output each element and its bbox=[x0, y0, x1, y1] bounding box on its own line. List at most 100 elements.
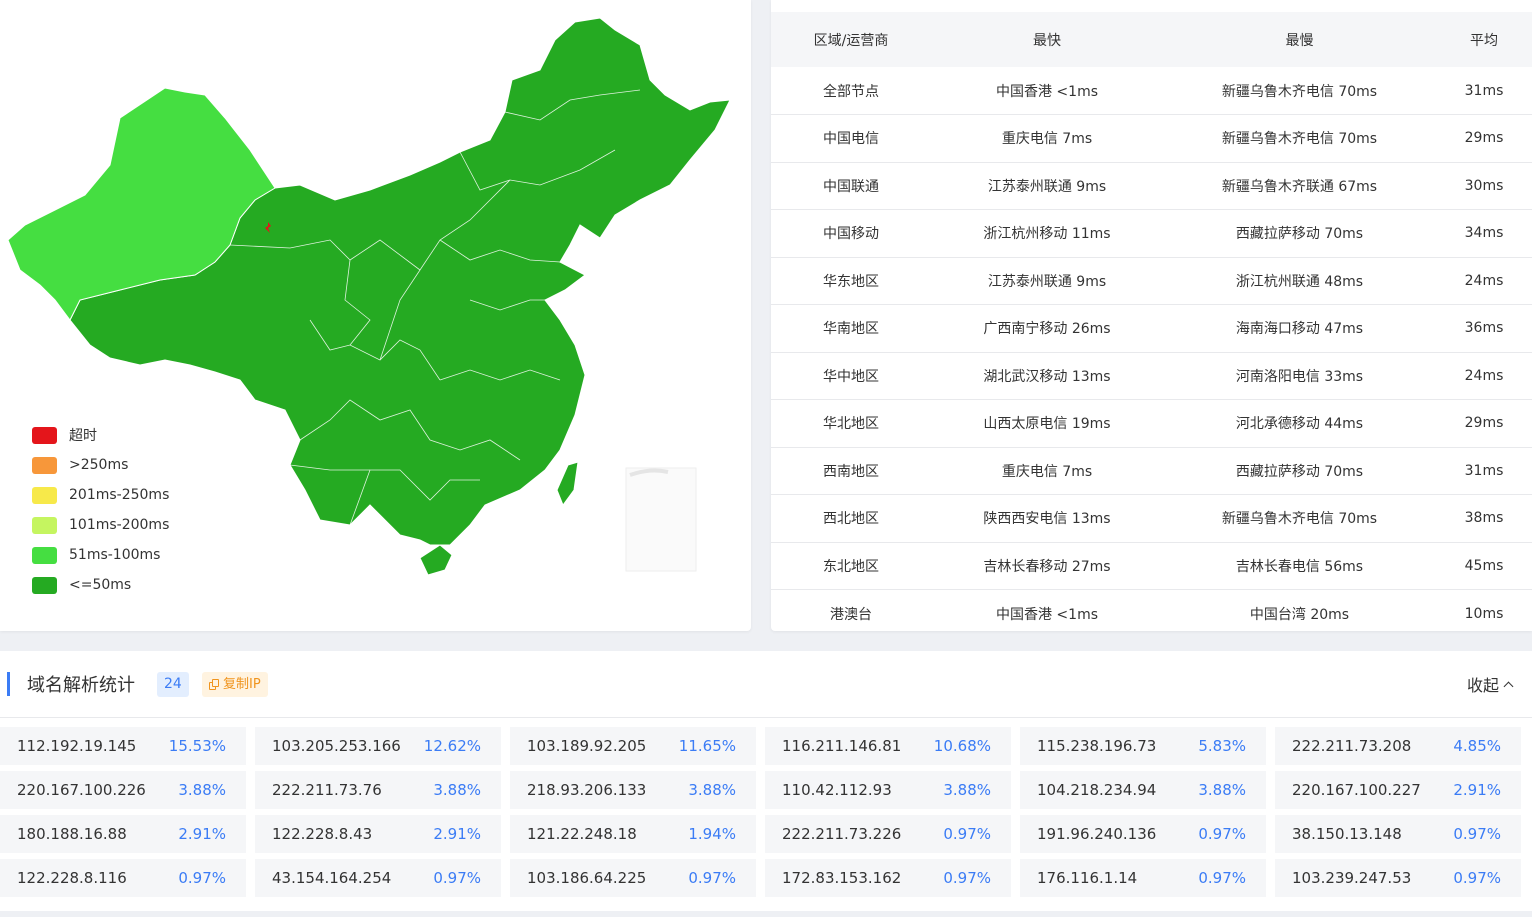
ip-item[interactable]: 115.238.196.73 5.83% bbox=[1020, 727, 1266, 765]
ip-item[interactable]: 43.154.164.254 0.97% bbox=[255, 859, 501, 897]
cell-region: 华中地区 bbox=[823, 368, 879, 385]
table-header-row: 区域/运营商 最快 最慢 平均 bbox=[771, 0, 1532, 67]
collapse-button[interactable]: 收起 bbox=[1467, 672, 1514, 696]
ip-item[interactable]: 222.211.73.226 0.97% bbox=[765, 815, 1011, 853]
table-row: 华中地区 湖北武汉移动 13ms 河南洛阳电信 33ms 24ms bbox=[771, 352, 1532, 400]
map-region-hainan[interactable] bbox=[419, 544, 453, 576]
cell-fastest: 中国香港 <1ms bbox=[995, 83, 1099, 100]
cell-average: 10ms bbox=[1464, 605, 1504, 622]
cell-region: 华北地区 bbox=[823, 416, 879, 433]
ip-item[interactable]: 103.205.253.166 12.62% bbox=[255, 727, 501, 765]
ip-address: 116.211.146.81 bbox=[782, 737, 902, 755]
legend-label: 超时 bbox=[69, 428, 97, 444]
cell-region: 西北地区 bbox=[823, 511, 879, 528]
ip-address: 218.93.206.133 bbox=[527, 781, 647, 799]
ip-item[interactable]: 220.167.100.227 2.91% bbox=[1275, 771, 1521, 809]
ip-item[interactable]: 191.96.240.136 0.97% bbox=[1020, 815, 1266, 853]
legend-label: 101ms-200ms bbox=[69, 517, 170, 533]
legend-label: 51ms-100ms bbox=[69, 547, 161, 563]
cell-slowest: 河南洛阳电信 33ms bbox=[1235, 368, 1364, 385]
ip-item[interactable]: 121.22.248.18 1.94% bbox=[510, 815, 756, 853]
ip-item[interactable]: 116.211.146.81 10.68% bbox=[765, 727, 1011, 765]
ip-share-percent: 3.88% bbox=[943, 781, 991, 799]
ip-item[interactable]: 220.167.100.226 3.88% bbox=[0, 771, 246, 809]
legend-item-201-250ms[interactable]: 201ms-250ms bbox=[32, 480, 169, 510]
ip-item[interactable]: 176.116.1.14 0.97% bbox=[1020, 859, 1266, 897]
legend-swatch bbox=[32, 456, 57, 474]
cell-slowest: 河北承德移动 44ms bbox=[1235, 416, 1364, 433]
column-header-slowest: 最慢 bbox=[1163, 0, 1436, 67]
cell-fastest: 中国香港 <1ms bbox=[995, 606, 1099, 623]
legend-item-over-250ms[interactable]: >250ms bbox=[32, 450, 169, 480]
cell-fastest: 吉林长春移动 27ms bbox=[983, 558, 1111, 575]
legend-item-le-50ms[interactable]: <=50ms bbox=[32, 570, 169, 600]
legend-item-timeout[interactable]: 超时 bbox=[32, 420, 169, 450]
table-row: 华南地区 广西南宁移动 26ms 海南海口移动 47ms 36ms bbox=[771, 305, 1532, 352]
table-row: 华东地区 江苏泰州联通 9ms 浙江杭州联通 48ms 24ms bbox=[771, 257, 1532, 305]
ip-item[interactable]: 218.93.206.133 3.88% bbox=[510, 771, 756, 809]
ip-share-percent: 3.88% bbox=[433, 781, 481, 799]
ip-address: 222.211.73.226 bbox=[782, 825, 902, 843]
table-row: 华北地区 山西太原电信 19ms 河北承德移动 44ms 29ms bbox=[771, 400, 1532, 447]
ip-share-percent: 3.88% bbox=[688, 781, 736, 799]
cell-average: 31ms bbox=[1464, 462, 1504, 479]
ip-address: 122.228.8.116 bbox=[17, 869, 127, 887]
ip-item[interactable]: 103.239.247.53 0.97% bbox=[1275, 859, 1521, 897]
legend-swatch bbox=[32, 516, 57, 534]
ip-share-percent: 0.97% bbox=[178, 869, 226, 887]
ip-share-percent: 0.97% bbox=[1453, 825, 1501, 843]
legend-item-51-100ms[interactable]: 51ms-100ms bbox=[32, 540, 169, 570]
ip-share-percent: 0.97% bbox=[1198, 869, 1246, 887]
map-region-taiwan[interactable] bbox=[556, 461, 579, 507]
ip-item[interactable]: 180.188.16.88 2.91% bbox=[0, 815, 246, 853]
cell-fastest: 湖北武汉移动 13ms bbox=[983, 368, 1111, 385]
legend-swatch bbox=[32, 576, 57, 594]
cell-region: 中国移动 bbox=[823, 226, 879, 243]
ip-item[interactable]: 122.228.8.116 0.97% bbox=[0, 859, 246, 897]
cell-average: 29ms bbox=[1464, 415, 1504, 432]
ip-item[interactable]: 122.228.8.43 2.91% bbox=[255, 815, 501, 853]
ip-item[interactable]: 222.211.73.76 3.88% bbox=[255, 771, 501, 809]
ip-address: 220.167.100.226 bbox=[17, 781, 146, 799]
legend-item-101-200ms[interactable]: 101ms-200ms bbox=[32, 510, 169, 540]
ip-item[interactable]: 110.42.112.93 3.88% bbox=[765, 771, 1011, 809]
ip-item[interactable]: 104.218.234.94 3.88% bbox=[1020, 771, 1266, 809]
ip-address: 121.22.248.18 bbox=[527, 825, 637, 843]
ip-item[interactable]: 112.192.19.145 15.53% bbox=[0, 727, 246, 765]
ip-item[interactable]: 38.150.13.148 0.97% bbox=[1275, 815, 1521, 853]
ip-address: 115.238.196.73 bbox=[1037, 737, 1157, 755]
ip-share-percent: 0.97% bbox=[943, 869, 991, 887]
ip-address: 220.167.100.227 bbox=[1292, 781, 1421, 799]
chevron-up-icon bbox=[1503, 681, 1514, 691]
cell-region: 东北地区 bbox=[823, 558, 879, 575]
ip-address: 176.116.1.14 bbox=[1037, 869, 1138, 887]
ip-item[interactable]: 172.83.153.162 0.97% bbox=[765, 859, 1011, 897]
ip-share-percent: 2.91% bbox=[1453, 781, 1501, 799]
ip-item[interactable]: 222.211.73.208 4.85% bbox=[1275, 727, 1521, 765]
cell-fastest: 重庆电信 7ms bbox=[1001, 463, 1093, 480]
legend-swatch bbox=[32, 546, 57, 564]
table-row: 中国移动 浙江杭州移动 11ms 西藏拉萨移动 70ms 34ms bbox=[771, 210, 1532, 257]
ip-share-percent: 12.62% bbox=[423, 737, 481, 755]
ip-share-percent: 15.53% bbox=[168, 737, 226, 755]
ip-item[interactable]: 103.189.92.205 11.65% bbox=[510, 727, 756, 765]
cell-fastest: 江苏泰州联通 9ms bbox=[987, 178, 1107, 195]
cell-average: 36ms bbox=[1464, 320, 1504, 337]
table-row: 全部节点 中国香港 <1ms 新疆乌鲁木齐电信 70ms 31ms bbox=[771, 67, 1532, 115]
cell-region: 西南地区 bbox=[823, 463, 879, 480]
ip-item[interactable]: 103.186.64.225 0.97% bbox=[510, 859, 756, 897]
ip-address: 103.205.253.166 bbox=[272, 737, 401, 755]
cell-average: 24ms bbox=[1464, 272, 1504, 289]
ip-address: 38.150.13.148 bbox=[1292, 825, 1402, 843]
cell-slowest: 中国台湾 20ms bbox=[1249, 606, 1350, 623]
ip-share-percent: 3.88% bbox=[1198, 781, 1246, 799]
cell-slowest: 浙江杭州联通 48ms bbox=[1235, 273, 1364, 290]
ip-address: 103.186.64.225 bbox=[527, 869, 647, 887]
copy-ip-button[interactable]: 复制IP bbox=[202, 672, 268, 697]
cell-slowest: 新疆乌鲁木齐电信 70ms bbox=[1221, 83, 1378, 100]
cell-slowest: 西藏拉萨移动 70ms bbox=[1235, 226, 1364, 243]
table-row: 中国联通 江苏泰州联通 9ms 新疆乌鲁木齐联通 67ms 30ms bbox=[771, 162, 1532, 210]
cell-slowest: 海南海口移动 47ms bbox=[1235, 321, 1364, 338]
ip-address: 180.188.16.88 bbox=[17, 825, 127, 843]
cell-region: 中国联通 bbox=[823, 178, 879, 195]
